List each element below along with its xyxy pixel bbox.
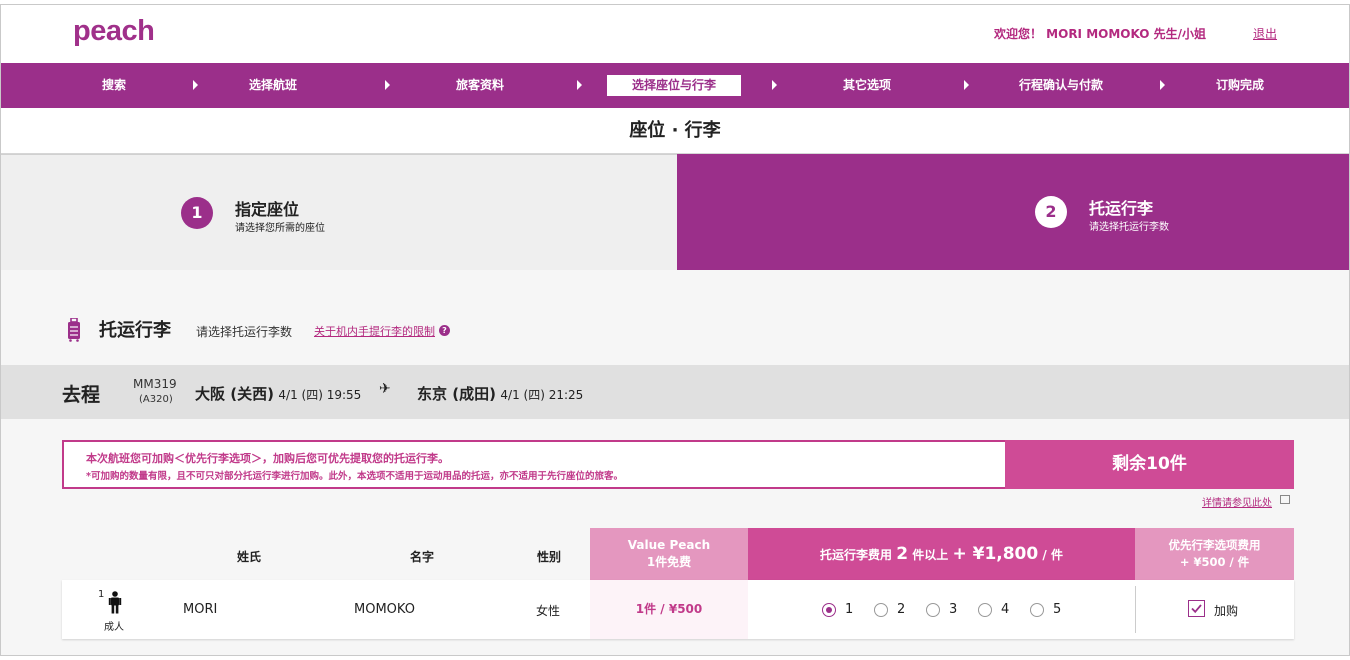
sub-step-number: 2: [1035, 196, 1067, 228]
header-value-peach: Value Peach 1件免费: [590, 528, 748, 580]
logout-link[interactable]: 退出: [1253, 25, 1277, 42]
header-given-name: 名字: [410, 550, 435, 564]
step-search: 搜索: [101, 78, 126, 92]
flight-info-bar: 去程 MM319 (A320) 大阪 (关西) 4/1 (四) 19:55 ✈ …: [1, 365, 1349, 419]
step-arrow-icon: [385, 80, 390, 90]
sub-step-desc: 请选择托运行李数: [1089, 222, 1169, 233]
passenger-number: 1: [98, 589, 105, 600]
baggage-section: 托运行李 请选择托运行李数 关于机内手提行李的限制 ? 去程 MM319 (A3…: [1, 270, 1349, 655]
sub-step-title: 托运行李: [1089, 199, 1154, 218]
bag-count-label: 2: [897, 602, 906, 617]
bag-count-label: 4: [1001, 602, 1010, 617]
step-arrow-icon: [193, 80, 198, 90]
value-peach-free: 1件免费: [646, 555, 692, 569]
bag-count-radio-2[interactable]: [874, 603, 888, 617]
airplane-icon: ✈: [379, 381, 391, 397]
priority-add-label: 加购: [1214, 604, 1239, 618]
passenger-type: 成人: [104, 622, 124, 633]
step-arrow-icon: [772, 80, 777, 90]
section-title: 托运行李: [99, 320, 171, 341]
priority-fee-title: 优先行李选项费用: [1168, 538, 1261, 552]
page-frame: peach 欢迎您！ MORI MOMOKO 先生/小姐 退出 搜索 选择航班 …: [0, 4, 1350, 656]
fee-price: + ¥1,800: [952, 544, 1039, 564]
details-link[interactable]: 详情请参见此处: [1202, 494, 1272, 509]
departure: 大阪 (关西) 4/1 (四) 19:55: [195, 383, 361, 404]
sub-step-baggage[interactable]: 2 托运行李 请选择托运行李数: [677, 154, 1349, 270]
step-arrow-icon: [577, 80, 582, 90]
check-icon: [1191, 604, 1202, 614]
step-passenger-info: 旅客资料: [455, 78, 504, 92]
notice-line-1: 本次航班您可加购＜优先行李选项＞，加购后您可优先提取您的托运行李。: [86, 452, 449, 465]
carry-on-limit-link[interactable]: 关于机内手提行李的限制: [314, 323, 435, 339]
header-surname: 姓氏: [237, 550, 262, 564]
arrival: 东京 (成田) 4/1 (四) 21:25: [417, 383, 583, 404]
luggage-icon: [68, 318, 80, 342]
bag-count-radio-5[interactable]: [1030, 603, 1044, 617]
passenger-surname: MORI: [183, 602, 218, 617]
table-row: 1 成人 MORI MOMOKO 女性 1件 / ¥500 1 2 3 4 5 …: [62, 580, 1294, 639]
priority-add-checkbox[interactable]: [1188, 600, 1205, 617]
progress-steps: 搜索 选择航班 旅客资料 选择座位与行李 其它选项 行程确认与付款 订购完成: [1, 63, 1349, 108]
section-desc: 请选择托运行李数: [196, 325, 293, 339]
value-peach-title: Value Peach: [627, 538, 711, 552]
header-gender: 性别: [537, 550, 562, 564]
arrival-city: 东京 (成田): [417, 385, 496, 403]
sub-step-title: 指定座位: [235, 200, 300, 219]
bag-count-label: 5: [1053, 602, 1062, 617]
sub-step-seat[interactable]: 1 指定座位 请选择您所需的座位: [1, 154, 677, 270]
fee-unit: / 件: [1042, 548, 1063, 562]
arrival-time: 4/1 (四) 21:25: [500, 388, 584, 402]
help-icon[interactable]: ?: [439, 325, 450, 336]
value-peach-price: 1件 / ¥500: [590, 580, 748, 639]
departure-city: 大阪 (关西): [195, 385, 274, 403]
fee-mid: 件以上: [912, 548, 949, 562]
page-title: 座位 · 行李: [1, 108, 1349, 154]
bag-count-label: 3: [949, 602, 958, 617]
fee-prefix: 托运行李费用: [820, 548, 893, 562]
step-complete: 订购完成: [1215, 78, 1264, 92]
fee-count: 2: [896, 544, 909, 564]
header-baggage-fee: 托运行李费用 2 件以上 + ¥1,800 / 件: [748, 528, 1135, 580]
step-confirm-payment: 行程确认与付款: [1018, 78, 1103, 92]
step-arrow-icon: [1160, 80, 1165, 90]
passenger-given-name: MOMOKO: [354, 602, 415, 617]
welcome-text: 欢迎您！ MORI MOMOKO 先生/小姐: [994, 27, 1207, 41]
priority-fee-price: + ¥500 / 件: [1179, 555, 1250, 569]
peach-logo[interactable]: peach: [73, 15, 155, 48]
sub-step-number: 1: [181, 197, 213, 229]
aircraft-type: (A320): [139, 394, 173, 405]
bag-count-radio-3[interactable]: [926, 603, 940, 617]
column-divider: [1135, 586, 1136, 633]
passenger-gender: 女性: [536, 604, 561, 618]
header: peach 欢迎您！ MORI MOMOKO 先生/小姐 退出: [1, 5, 1349, 63]
step-select-flight: 选择航班: [248, 78, 297, 92]
step-other-options: 其它选项: [842, 78, 891, 92]
departure-time: 4/1 (四) 19:55: [278, 388, 362, 402]
bag-count-label: 1: [845, 602, 854, 617]
step-arrow-icon: [964, 80, 969, 90]
bag-count-radio-4[interactable]: [978, 603, 992, 617]
step-seat-baggage: 选择座位与行李: [607, 75, 741, 96]
flight-number: MM319: [133, 377, 177, 391]
header-priority-fee: 优先行李选项费用 + ¥500 / 件: [1135, 528, 1294, 580]
flight-direction: 去程: [62, 384, 101, 406]
priority-notice: 本次航班您可加购＜优先行李选项＞，加购后您可优先提取您的托运行李。 *可加购的数…: [62, 440, 1005, 489]
notice-line-2: *可加购的数量有限，且不可只对部分托运行李进行加购。此外，本选项不适用于运动用品…: [86, 471, 623, 482]
bag-count-radio-1[interactable]: [822, 603, 836, 617]
remaining-count-badge: 剩余10件: [1005, 440, 1294, 489]
person-icon: [108, 591, 122, 614]
sub-step-desc: 请选择您所需的座位: [235, 223, 325, 234]
external-link-icon[interactable]: [1280, 495, 1290, 504]
